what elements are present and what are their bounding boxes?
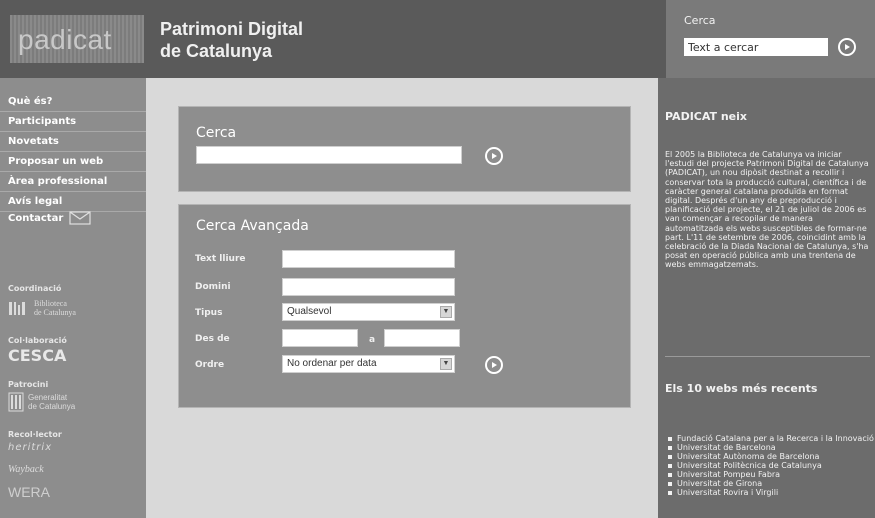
news-title: PADICAT neix bbox=[665, 110, 748, 123]
nav-item-que-es[interactable]: Què és? bbox=[0, 92, 146, 112]
header: padicat Patrimoni Digital de Catalunya C… bbox=[0, 0, 875, 78]
play-icon bbox=[845, 44, 850, 50]
from-label: Des de bbox=[195, 334, 230, 344]
header-search: Cerca bbox=[666, 0, 875, 78]
order-label: Ordre bbox=[195, 360, 225, 370]
col-laboracio-heading: Col·laboració bbox=[8, 336, 67, 345]
type-label: Tipus bbox=[195, 308, 223, 318]
wera-logo[interactable]: WERA bbox=[8, 484, 50, 500]
search-go-button[interactable] bbox=[485, 147, 503, 165]
order-select[interactable]: No ordenar per data ▼ bbox=[282, 355, 455, 373]
type-select[interactable]: Qualsevol ▼ bbox=[282, 303, 455, 321]
text-label: Text lliure bbox=[195, 254, 246, 264]
advanced-search-panel: Cerca Avançada Text lliure Domini Tipus … bbox=[178, 204, 631, 408]
header-search-label: Cerca bbox=[684, 14, 716, 27]
recent-web-item[interactable]: Universitat de Girona bbox=[665, 479, 875, 488]
envelope-icon bbox=[69, 211, 91, 225]
site-title: Patrimoni Digital de Catalunya bbox=[160, 18, 303, 62]
play-icon bbox=[492, 362, 497, 368]
heritrix-logo[interactable]: heritrix bbox=[8, 442, 52, 453]
generalitat-flag-icon bbox=[8, 392, 24, 412]
recent-web-item[interactable]: Universitat Pompeu Fabra bbox=[665, 470, 875, 479]
contact-label: Contactar bbox=[8, 212, 64, 224]
patrocini-heading: Patrocini bbox=[8, 380, 49, 389]
recent-webs-list: Fundació Catalana per a la Recerca i la … bbox=[665, 434, 875, 497]
biblioteca-catalunya-logo[interactable]: Biblioteca de Catalunya bbox=[8, 299, 76, 317]
logo-text: padicat bbox=[18, 24, 112, 55]
recol-lector-heading: Recol·lector bbox=[8, 430, 62, 439]
right-column: PADICAT neix El 2005 la Biblioteca de Ca… bbox=[658, 78, 875, 518]
news-body: El 2005 la Biblioteca de Catalunya va in… bbox=[665, 150, 869, 270]
nav-item-avis-legal[interactable]: Avís legal bbox=[0, 192, 146, 212]
coordinacio-heading: Coordinació bbox=[8, 284, 62, 293]
search-input[interactable] bbox=[196, 146, 462, 164]
site-title-line2: de Catalunya bbox=[160, 41, 273, 61]
bc-logo-line2: de Catalunya bbox=[34, 308, 76, 317]
wayback-logo[interactable]: Wayback bbox=[8, 464, 44, 475]
header-search-input[interactable] bbox=[684, 38, 828, 56]
to-label: a bbox=[369, 335, 376, 345]
bc-logo-icon bbox=[9, 302, 25, 315]
advanced-search-title: Cerca Avançada bbox=[196, 218, 309, 234]
nav-item-participants[interactable]: Participants bbox=[0, 112, 146, 132]
from-date-input[interactable] bbox=[282, 329, 358, 347]
search-panel-title: Cerca bbox=[196, 125, 237, 141]
chevron-down-icon: ▼ bbox=[440, 358, 452, 370]
to-date-input[interactable] bbox=[384, 329, 460, 347]
divider bbox=[665, 356, 870, 357]
type-select-value: Qualsevol bbox=[287, 306, 332, 317]
chevron-down-icon: ▼ bbox=[440, 306, 452, 318]
recent-webs-title: Els 10 webs més recents bbox=[665, 382, 818, 395]
play-icon bbox=[492, 153, 497, 159]
nav-item-novetats[interactable]: Novetats bbox=[0, 132, 146, 152]
gencat-logo-line1: Generalitat bbox=[28, 393, 68, 402]
padicat-logo[interactable]: padicat bbox=[10, 15, 144, 63]
search-panel: Cerca bbox=[178, 106, 631, 192]
cesca-logo[interactable]: CESCA bbox=[8, 346, 66, 365]
nav-item-area-professional[interactable]: Àrea professional bbox=[0, 172, 146, 192]
recent-web-item[interactable]: Universitat de Barcelona bbox=[665, 443, 875, 452]
header-search-go-button[interactable] bbox=[838, 38, 856, 56]
recent-web-item[interactable]: Universitat Autònoma de Barcelona bbox=[665, 452, 875, 461]
contact-link[interactable]: Contactar bbox=[8, 210, 91, 226]
gencat-logo-line2: de Catalunya bbox=[28, 402, 76, 411]
generalitat-logo[interactable]: Generalitat de Catalunya bbox=[8, 392, 75, 412]
advanced-search-go-button[interactable] bbox=[485, 356, 503, 374]
text-input[interactable] bbox=[282, 250, 455, 268]
bc-logo-line1: Biblioteca bbox=[34, 299, 67, 308]
nav-item-proposar-web[interactable]: Proposar un web bbox=[0, 152, 146, 172]
sidebar: Què és? Participants Novetats Proposar u… bbox=[0, 78, 146, 518]
site-title-line1: Patrimoni Digital bbox=[160, 19, 304, 39]
recent-web-item[interactable]: Universitat Rovira i Virgili bbox=[665, 488, 875, 497]
order-select-value: No ordenar per data bbox=[287, 358, 377, 369]
domain-label: Domini bbox=[195, 282, 231, 292]
sidebar-nav: Què és? Participants Novetats Proposar u… bbox=[0, 92, 146, 212]
recent-web-item[interactable]: Fundació Catalana per a la Recerca i la … bbox=[665, 434, 875, 443]
recent-web-item[interactable]: Universitat Politècnica de Catalunya bbox=[665, 461, 875, 470]
domain-input[interactable] bbox=[282, 278, 455, 296]
